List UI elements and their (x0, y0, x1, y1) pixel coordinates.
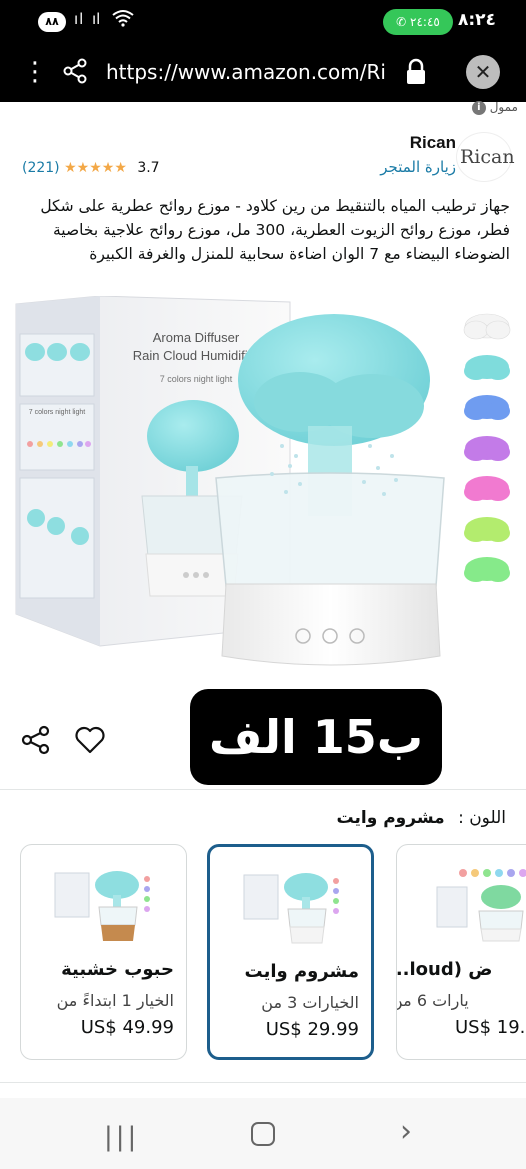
share-icon[interactable] (60, 56, 90, 86)
product-image[interactable]: Aroma Diffuser Rain Cloud Humidifier 7 c… (0, 295, 526, 688)
wifi-icon-svg (112, 10, 134, 27)
section-divider (0, 789, 526, 790)
color-swatch-4[interactable] (462, 474, 512, 504)
signal-icon-2: ıl (92, 10, 101, 28)
visit-store-link[interactable]: زيارة المتجر (380, 158, 456, 176)
rating-count[interactable]: (221) (22, 160, 60, 176)
wifi-icon (112, 8, 134, 33)
clock: ٨:٢٤ (458, 10, 496, 30)
color-swatch-list (462, 312, 514, 596)
browser-url-bar: ⋮ https://www.amazon.com/Ri ✕ (0, 42, 526, 102)
color-swatch-6[interactable] (462, 555, 512, 585)
brand-name[interactable]: Rican (410, 133, 456, 153)
rating-row[interactable]: (221) ★★★★★ 3.7 (22, 160, 160, 182)
heart-icon[interactable] (74, 724, 106, 756)
color-swatch-3[interactable] (462, 434, 512, 464)
back-icon[interactable]: › (400, 1114, 412, 1149)
signal-icon: ıl (74, 10, 85, 28)
color-value: مشروم وايت (336, 808, 445, 828)
bottom-divider (0, 1082, 526, 1083)
color-swatch-1[interactable] (462, 353, 512, 383)
variation-price: US$ 29.99 (265, 1019, 359, 1040)
variation-name: مشروم وايت (244, 961, 359, 982)
variation-name: حبوب خشبية (61, 959, 174, 980)
rating-stars: ★★★★★ (64, 160, 127, 176)
variation-card-cloud[interactable]: ض (loud... يارات 6 من US$ 19. (396, 844, 526, 1060)
brand-logo-text: Rican (460, 146, 515, 168)
variation-image (243, 873, 339, 944)
color-swatch-0[interactable] (462, 312, 512, 342)
notification-badge: ٨٨ (38, 12, 66, 32)
home-icon[interactable] (251, 1122, 275, 1146)
box-title-line1: Aroma Diffuser (153, 330, 240, 345)
variation-options: يارات 6 من (397, 991, 469, 1010)
color-label: اللون : (458, 808, 506, 828)
recent-apps-icon[interactable]: ||| (104, 1122, 139, 1152)
variation-price: US$ 19. (455, 1017, 526, 1038)
variation-card-mushroom-white[interactable]: مشروم وايت الخيارات 3 من US$ 29.99 (207, 844, 374, 1060)
system-nav-bar: ||| › (0, 1098, 526, 1169)
more-vert-icon[interactable]: ⋮ (22, 54, 48, 90)
variation-name: ض (loud... (396, 959, 493, 980)
color-swatch-5[interactable] (462, 515, 512, 545)
box-inner-label: 7 colors night light (29, 409, 85, 416)
call-status-pill[interactable]: ✆ ٢٤:٤٥ (383, 9, 453, 35)
close-icon[interactable]: ✕ (466, 55, 500, 89)
lock-icon (404, 58, 428, 86)
share-icon[interactable] (20, 724, 52, 756)
variation-image (436, 869, 526, 942)
rating-score: 3.7 (137, 160, 160, 176)
sponsored-text: ممول (489, 100, 518, 114)
price-overlay-banner: ب15 الف (190, 689, 442, 785)
product-title: جهاز ترطيب المياه بالتنقيط من رين كلاود … (40, 197, 510, 263)
box-subtitle: 7 colors night light (160, 374, 233, 384)
product-image-svg: Aroma Diffuser Rain Cloud Humidifier 7 c… (15, 295, 445, 666)
variation-price: US$ 49.99 (80, 1017, 174, 1038)
variation-card-wood-grain[interactable]: حبوب خشبية الخيار 1 ابتداءً من US$ 49.99 (20, 844, 187, 1060)
info-icon[interactable]: i (471, 100, 486, 115)
color-swatch-2[interactable] (462, 393, 512, 423)
phone-icon: ✆ (396, 15, 407, 29)
status-bar: ٨٨ ıl ıl ✆ ٢٤:٤٥ ٨:٢٤ (0, 0, 526, 42)
variation-image (54, 871, 150, 941)
variation-options: الخيارات 3 من (261, 993, 359, 1012)
brand-logo[interactable]: Rican (456, 132, 515, 182)
call-time: ٢٤:٤٥ (410, 15, 440, 29)
url-text[interactable]: https://www.amazon.com/Ri (106, 54, 392, 90)
box-title-line2: Rain Cloud Humidifier (133, 348, 260, 363)
variation-options: الخيار 1 ابتداءً من (56, 991, 174, 1010)
color-selection-label: اللون : مشروم وايت (337, 808, 506, 828)
sponsored-label[interactable]: ممول i (471, 100, 518, 115)
